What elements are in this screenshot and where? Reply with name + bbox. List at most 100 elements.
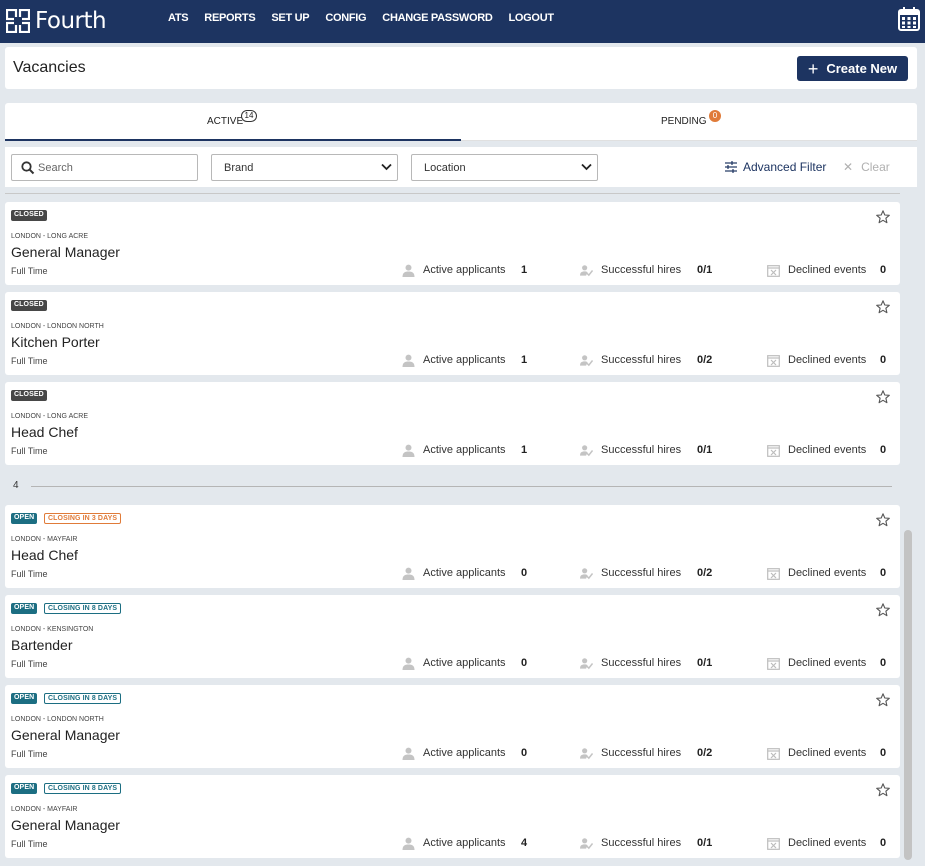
vacancy-type: Full Time (11, 356, 48, 366)
vacancy-location: LONDON - LONDON NORTH (11, 716, 104, 723)
successful-hires-label: Successful hires (601, 354, 682, 366)
vacancy-title[interactable]: General Manager (11, 817, 120, 833)
vacancy-title[interactable]: Head Chef (11, 424, 78, 440)
search-input[interactable] (38, 159, 188, 177)
active-applicants-stat[interactable]: Active applicants 0 (402, 746, 527, 760)
successful-hires-stat[interactable]: Successful hires 0/1 (580, 656, 712, 670)
tab-active[interactable]: ACTIVE 14 (5, 103, 461, 141)
scrollbar-thumb[interactable] (904, 530, 912, 860)
nav-change-password[interactable]: CHANGE PASSWORD (382, 12, 493, 24)
vacancy-type: Full Time (11, 446, 48, 456)
successful-hires-stat[interactable]: Successful hires 0/2 (580, 746, 712, 760)
vacancy-card[interactable]: CLOSED LONDON - LONG ACRE Head Chef Full Ti… (5, 382, 900, 465)
active-applicants-stat[interactable]: Active applicants 1 (402, 353, 527, 367)
vacancy-card[interactable]: OPEN CLOSING IN 3 DAYS LONDON - MAYFAIR Hea… (5, 505, 900, 588)
status-badge: CLOSED (11, 210, 47, 221)
location-select[interactable]: Location (411, 154, 598, 181)
successful-hires-stat[interactable]: Successful hires 0/1 (580, 263, 712, 277)
active-applicants-stat[interactable]: Active applicants 4 (402, 836, 527, 850)
active-applicants-stat[interactable]: Active applicants 0 (402, 656, 527, 670)
successful-hires-stat[interactable]: Successful hires 0/1 (580, 836, 712, 850)
successful-hires-stat[interactable]: Successful hires 0/1 (580, 443, 712, 457)
nav-ats[interactable]: ATS (168, 12, 189, 24)
active-applicants-value: 4 (521, 837, 528, 849)
nav-setup[interactable]: SET UP (271, 12, 309, 24)
declined-events-stat[interactable]: Declined events 0 (767, 443, 886, 457)
star-icon[interactable] (876, 390, 890, 404)
nav-reports[interactable]: REPORTS (204, 12, 255, 24)
person-icon (402, 354, 415, 367)
active-applicants-value: 0 (521, 747, 528, 759)
logo-mark-icon (6, 9, 30, 33)
vacancy-title[interactable]: Head Chef (11, 547, 78, 563)
search-box (11, 154, 198, 181)
advanced-filter-button[interactable]: Advanced Filter (725, 160, 826, 174)
vacancy-title[interactable]: Bartender (11, 637, 72, 653)
person-icon (402, 444, 415, 457)
declined-events-stat[interactable]: Declined events 0 (767, 566, 886, 580)
calendar-x-icon (767, 567, 780, 580)
list-divider (5, 193, 900, 194)
declined-events-stat[interactable]: Declined events 0 (767, 263, 886, 277)
declined-events-value: 0 (880, 264, 887, 276)
chevron-down-icon (381, 163, 392, 171)
vacancy-card[interactable]: OPEN CLOSING IN 8 DAYS LONDON - LONDON NOR… (5, 685, 900, 768)
brand-select[interactable]: Brand (211, 154, 398, 181)
star-icon[interactable] (876, 693, 890, 707)
successful-hires-label: Successful hires (601, 657, 682, 669)
nav-logout[interactable]: LOGOUT (509, 12, 555, 24)
declined-events-value: 0 (880, 354, 887, 366)
star-icon[interactable] (876, 300, 890, 314)
vacancy-card[interactable]: OPEN CLOSING IN 8 DAYS LONDON - MAYFAIR Gen… (5, 775, 900, 858)
active-applicants-stat[interactable]: Active applicants 1 (402, 443, 527, 457)
fourth-logo[interactable]: Fourth (6, 7, 107, 35)
closing-badge: CLOSING IN 3 DAYS (44, 513, 122, 524)
filter-bar: Brand Location Advanced Filter ✕ Clear (5, 147, 917, 187)
declined-events-stat[interactable]: Declined events 0 (767, 836, 886, 850)
vacancy-title[interactable]: General Manager (11, 244, 120, 260)
active-applicants-label: Active applicants (423, 567, 506, 579)
declined-events-stat[interactable]: Declined events 0 (767, 656, 886, 670)
group-separator: 4 (11, 480, 892, 492)
star-icon[interactable] (876, 210, 890, 224)
status-badge: OPEN (11, 513, 38, 524)
closing-badge: CLOSING IN 8 DAYS (44, 603, 122, 614)
successful-hires-value: 0/2 (697, 354, 713, 366)
active-applicants-stat[interactable]: Active applicants 1 (402, 263, 527, 277)
active-applicants-label: Active applicants (423, 354, 506, 366)
star-icon[interactable] (876, 603, 890, 617)
declined-events-label: Declined events (788, 567, 867, 579)
tab-pending[interactable]: PENDING 0 (461, 103, 917, 141)
vacancy-card[interactable]: OPEN CLOSING IN 8 DAYS LONDON - KENSINGTON… (5, 595, 900, 678)
declined-events-label: Declined events (788, 444, 867, 456)
successful-hires-label: Successful hires (601, 567, 682, 579)
successful-hires-stat[interactable]: Successful hires 0/2 (580, 566, 712, 580)
successful-hires-value: 0/1 (697, 264, 713, 276)
active-applicants-value: 0 (521, 657, 528, 669)
calendar-x-icon (767, 444, 780, 457)
vacancy-card[interactable]: CLOSED LONDON - LONDON NORTH Kitchen Porte… (5, 292, 900, 375)
star-icon[interactable] (876, 783, 890, 797)
create-new-button[interactable]: + Create New (797, 56, 908, 81)
vacancy-type: Full Time (11, 659, 48, 669)
vacancy-card[interactable]: CLOSED LONDON - LONG ACRE General Manager F… (5, 202, 900, 285)
plus-icon: + (807, 58, 819, 79)
clear-button[interactable]: ✕ Clear (843, 160, 890, 174)
person-check-icon (580, 354, 593, 366)
closing-badge: CLOSING IN 8 DAYS (44, 693, 122, 704)
successful-hires-value: 0/1 (697, 657, 713, 669)
successful-hires-stat[interactable]: Successful hires 0/2 (580, 353, 712, 367)
top-nav: Fourth ATS REPORTS SET UP CONFIG CHANGE … (0, 0, 925, 43)
status-badge: OPEN (11, 603, 38, 614)
declined-events-stat[interactable]: Declined events 0 (767, 353, 886, 367)
nav-config[interactable]: CONFIG (325, 12, 366, 24)
calendar-icon[interactable] (898, 7, 920, 31)
person-check-icon (580, 444, 593, 456)
star-icon[interactable] (876, 513, 890, 527)
vacancy-title[interactable]: General Manager (11, 727, 120, 743)
vacancy-location: LONDON - MAYFAIR (11, 806, 78, 813)
active-applicants-stat[interactable]: Active applicants 0 (402, 566, 527, 580)
person-icon (402, 837, 415, 850)
vacancy-title[interactable]: Kitchen Porter (11, 334, 100, 350)
declined-events-stat[interactable]: Declined events 0 (767, 746, 886, 760)
